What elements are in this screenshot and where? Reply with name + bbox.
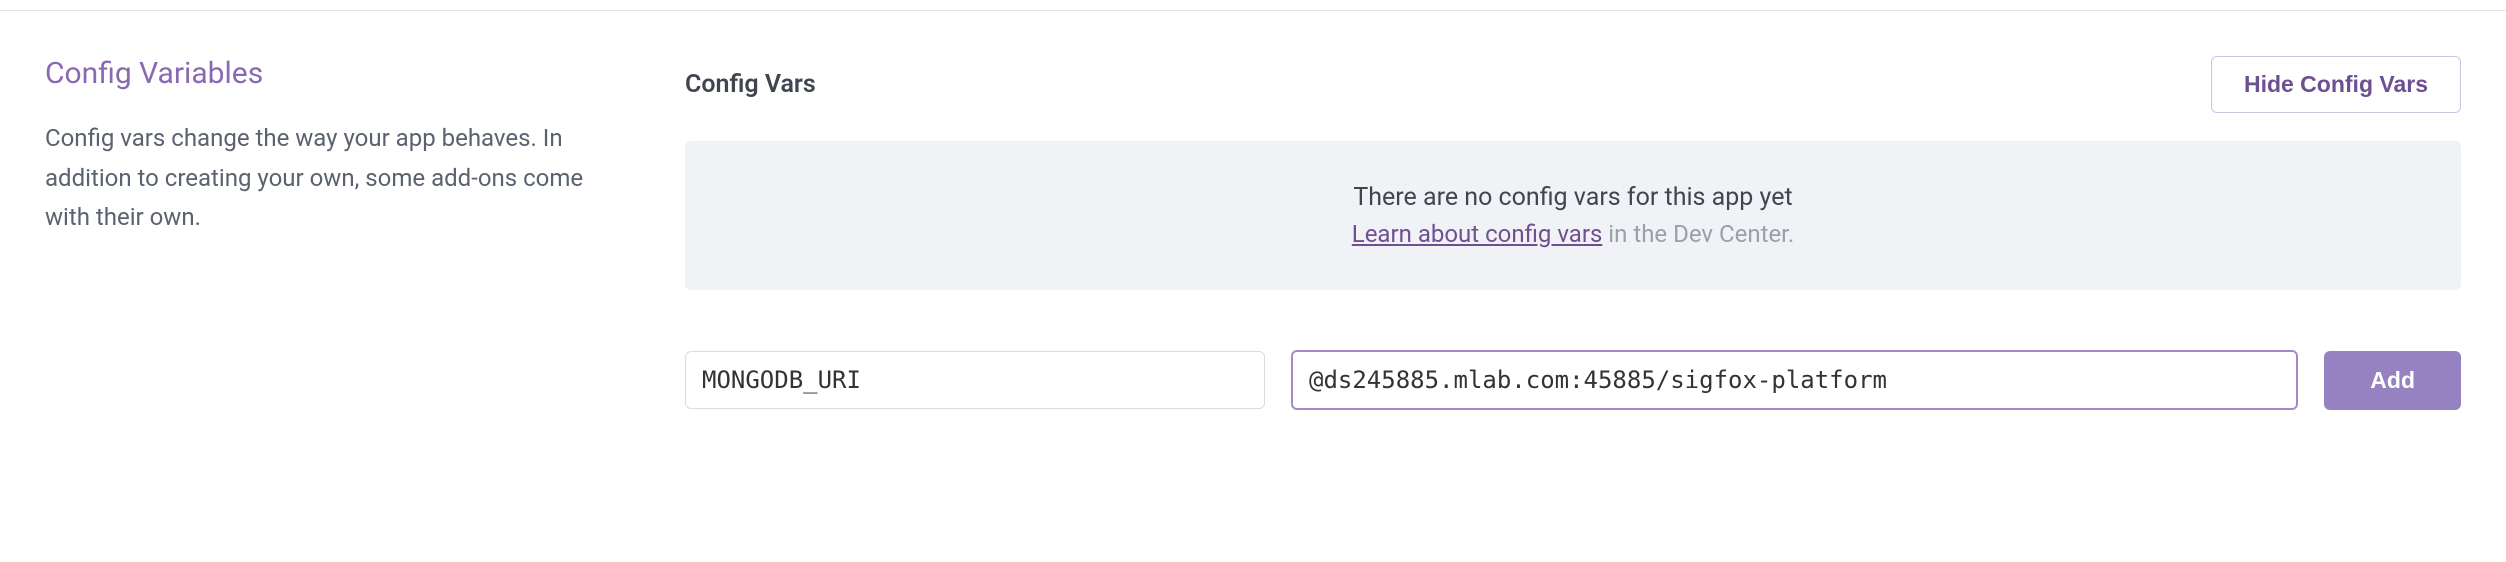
main-header: Config Vars Hide Config Vars <box>685 56 2461 113</box>
empty-state-box: There are no config vars for this app ye… <box>685 141 2461 290</box>
hide-config-vars-button[interactable]: Hide Config Vars <box>2211 56 2461 113</box>
empty-state-suffix: in the Dev Center. <box>1602 220 1794 248</box>
learn-config-vars-link[interactable]: Learn about config vars <box>1352 220 1603 248</box>
config-value-input[interactable] <box>1291 350 2298 410</box>
section-title: Config Vars <box>685 70 816 99</box>
main-content: Config Vars Hide Config Vars There are n… <box>685 56 2461 410</box>
add-button[interactable]: Add <box>2324 351 2461 410</box>
empty-state-title: There are no config vars for this app ye… <box>705 183 2441 212</box>
add-var-form: Add <box>685 350 2461 410</box>
sidebar-description: Config vars change the way your app beha… <box>45 119 625 238</box>
empty-state-subtitle: Learn about config vars in the Dev Cente… <box>705 220 2441 248</box>
sidebar: Config Variables Config vars change the … <box>45 56 625 410</box>
sidebar-title: Config Variables <box>45 56 625 91</box>
config-key-input[interactable] <box>685 351 1265 409</box>
config-vars-section: Config Variables Config vars change the … <box>0 10 2506 410</box>
